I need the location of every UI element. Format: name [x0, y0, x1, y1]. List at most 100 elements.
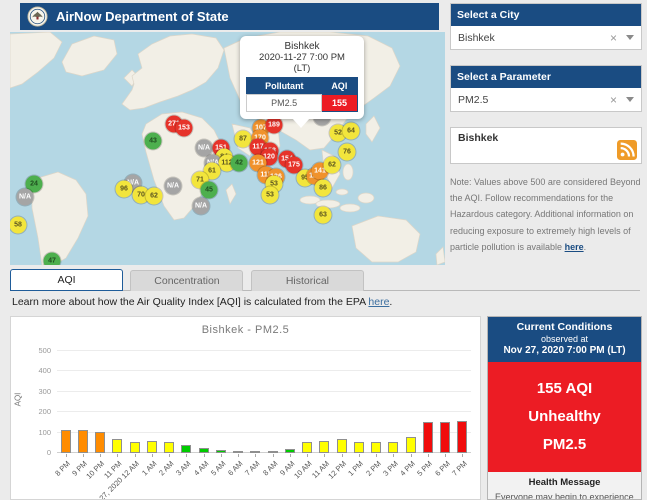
- y-tick-label: 400: [38, 366, 51, 376]
- map-marker[interactable]: 63: [314, 206, 332, 224]
- chart-bar[interactable]: [371, 442, 382, 453]
- map-marker[interactable]: 86: [314, 179, 332, 197]
- chart-bar[interactable]: [457, 421, 468, 453]
- bar-slot: [212, 351, 229, 453]
- chart-bars: [57, 351, 471, 453]
- x-tick-mark: [289, 454, 291, 457]
- current-conditions-card: Current Conditions observed at Nov 27, 2…: [487, 316, 642, 500]
- parameter-select[interactable]: PM2.5 ×: [451, 88, 641, 111]
- map-marker[interactable]: N/A: [192, 197, 210, 215]
- x-tick-mark: [203, 454, 205, 457]
- app-header: AirNow Department of State: [20, 3, 439, 30]
- bar-slot: [109, 351, 126, 453]
- chart-bar[interactable]: [77, 430, 88, 453]
- chart-bar[interactable]: [95, 432, 106, 453]
- tab-aqi[interactable]: AQI: [10, 269, 123, 291]
- bar-slot: [368, 351, 385, 453]
- chart-bar[interactable]: [198, 447, 209, 453]
- bar-slot: [350, 351, 367, 453]
- x-tick-mark: [220, 454, 222, 457]
- tab-concentration[interactable]: Concentration: [130, 270, 244, 291]
- x-tick-label: 2 AM: [157, 459, 176, 478]
- world-map[interactable]: 24N/A584743N/A967062271153N/A15184N/A112…: [10, 32, 445, 265]
- city-select[interactable]: Bishkek ×: [451, 26, 641, 49]
- learn-more-here-link[interactable]: here: [368, 296, 389, 308]
- map-marker[interactable]: 64: [342, 122, 360, 140]
- chart-bar[interactable]: [129, 441, 140, 453]
- y-tick-label: 100: [38, 427, 51, 437]
- tab-historical[interactable]: Historical: [250, 270, 364, 291]
- chart-bar[interactable]: [336, 439, 347, 453]
- x-slot: 1 AM: [140, 454, 160, 499]
- x-tick-label: 4 AM: [191, 459, 210, 478]
- chart-bar[interactable]: [388, 441, 399, 453]
- chart-bar[interactable]: [440, 422, 451, 453]
- chart-bar[interactable]: [267, 450, 278, 453]
- map-marker[interactable]: 153: [175, 119, 193, 137]
- x-tick-mark: [82, 454, 84, 457]
- map-marker[interactable]: N/A: [16, 188, 34, 206]
- chart-bar[interactable]: [60, 429, 71, 453]
- x-tick-label: 8 AM: [260, 459, 279, 478]
- note-here-link[interactable]: here: [565, 242, 584, 252]
- map-marker[interactable]: 62: [145, 187, 163, 205]
- popup-datetime: 2020-11-27 7:00 PM: [259, 52, 345, 63]
- map-marker[interactable]: 47: [43, 252, 61, 265]
- sidebar: Select a City Bishkek × Select a Paramet…: [450, 3, 642, 255]
- map-marker[interactable]: 76: [338, 143, 356, 161]
- aqi-alert-block: 155 AQI Unhealthy PM2.5: [488, 362, 641, 473]
- current-conditions-title: Current Conditions: [516, 321, 613, 333]
- popup-tail: [292, 118, 310, 128]
- map-marker[interactable]: 53: [261, 186, 279, 204]
- x-slot: 8 AM: [260, 454, 281, 499]
- chart-bar[interactable]: [146, 441, 157, 453]
- x-slot: 6 PM: [433, 454, 454, 499]
- x-tick-mark: [445, 454, 447, 457]
- map-marker[interactable]: 96: [115, 180, 133, 198]
- chart-bar[interactable]: [215, 449, 226, 453]
- tab-bar: AQI Concentration Historical: [10, 269, 640, 291]
- x-tick-label: 3 PM: [380, 459, 400, 478]
- learn-more-suffix: .: [389, 296, 393, 308]
- chart-bar[interactable]: [233, 451, 244, 453]
- aqi-pollutant: PM2.5: [542, 435, 587, 453]
- chevron-down-icon[interactable]: [626, 97, 634, 102]
- x-tick-label: 7 PM: [449, 459, 469, 478]
- parameter-select-value: PM2.5: [458, 93, 489, 106]
- chart-bar[interactable]: [250, 450, 261, 453]
- map-marker[interactable]: 62: [323, 156, 341, 174]
- chart-bar[interactable]: [164, 442, 175, 453]
- chart-bar[interactable]: [422, 422, 433, 453]
- bar-slot: [385, 351, 402, 453]
- x-tick-label: 5 AM: [208, 459, 228, 478]
- chart-bar[interactable]: [302, 442, 313, 453]
- chart-bar[interactable]: [181, 445, 192, 453]
- map-marker[interactable]: N/A: [164, 177, 182, 195]
- x-tick-mark: [358, 454, 360, 457]
- chart-bar[interactable]: [353, 441, 364, 453]
- aqi-category: Unhealthy: [528, 407, 601, 425]
- note-suffix: .: [583, 241, 587, 252]
- chart-bar[interactable]: [284, 449, 295, 453]
- bar-slot: [74, 351, 91, 453]
- x-tick-mark: [376, 454, 378, 457]
- map-marker[interactable]: 42: [230, 154, 248, 172]
- clear-icon[interactable]: ×: [610, 94, 617, 106]
- chart-y-axis-label: AQI: [13, 392, 23, 407]
- bar-slot: [281, 351, 298, 453]
- popup-aqi-header: AQI: [321, 77, 358, 95]
- chevron-down-icon[interactable]: [626, 35, 634, 40]
- chart-bar[interactable]: [405, 437, 416, 453]
- x-tick-mark: [393, 454, 395, 457]
- map-marker[interactable]: 45: [200, 181, 218, 199]
- map-marker[interactable]: 43: [144, 132, 162, 150]
- sidebar-note: Note: Values above 500 are considered Be…: [450, 174, 642, 255]
- chart-bar[interactable]: [112, 438, 123, 453]
- rss-icon[interactable]: [617, 140, 637, 160]
- health-message-block: Health Message Everyone may begin to exp…: [488, 472, 641, 499]
- feed-box: Bishkek: [450, 127, 642, 164]
- clear-icon[interactable]: ×: [610, 32, 617, 44]
- map-marker[interactable]: 58: [10, 216, 27, 234]
- chart-bar[interactable]: [319, 440, 330, 453]
- map-marker[interactable]: 189: [265, 116, 283, 134]
